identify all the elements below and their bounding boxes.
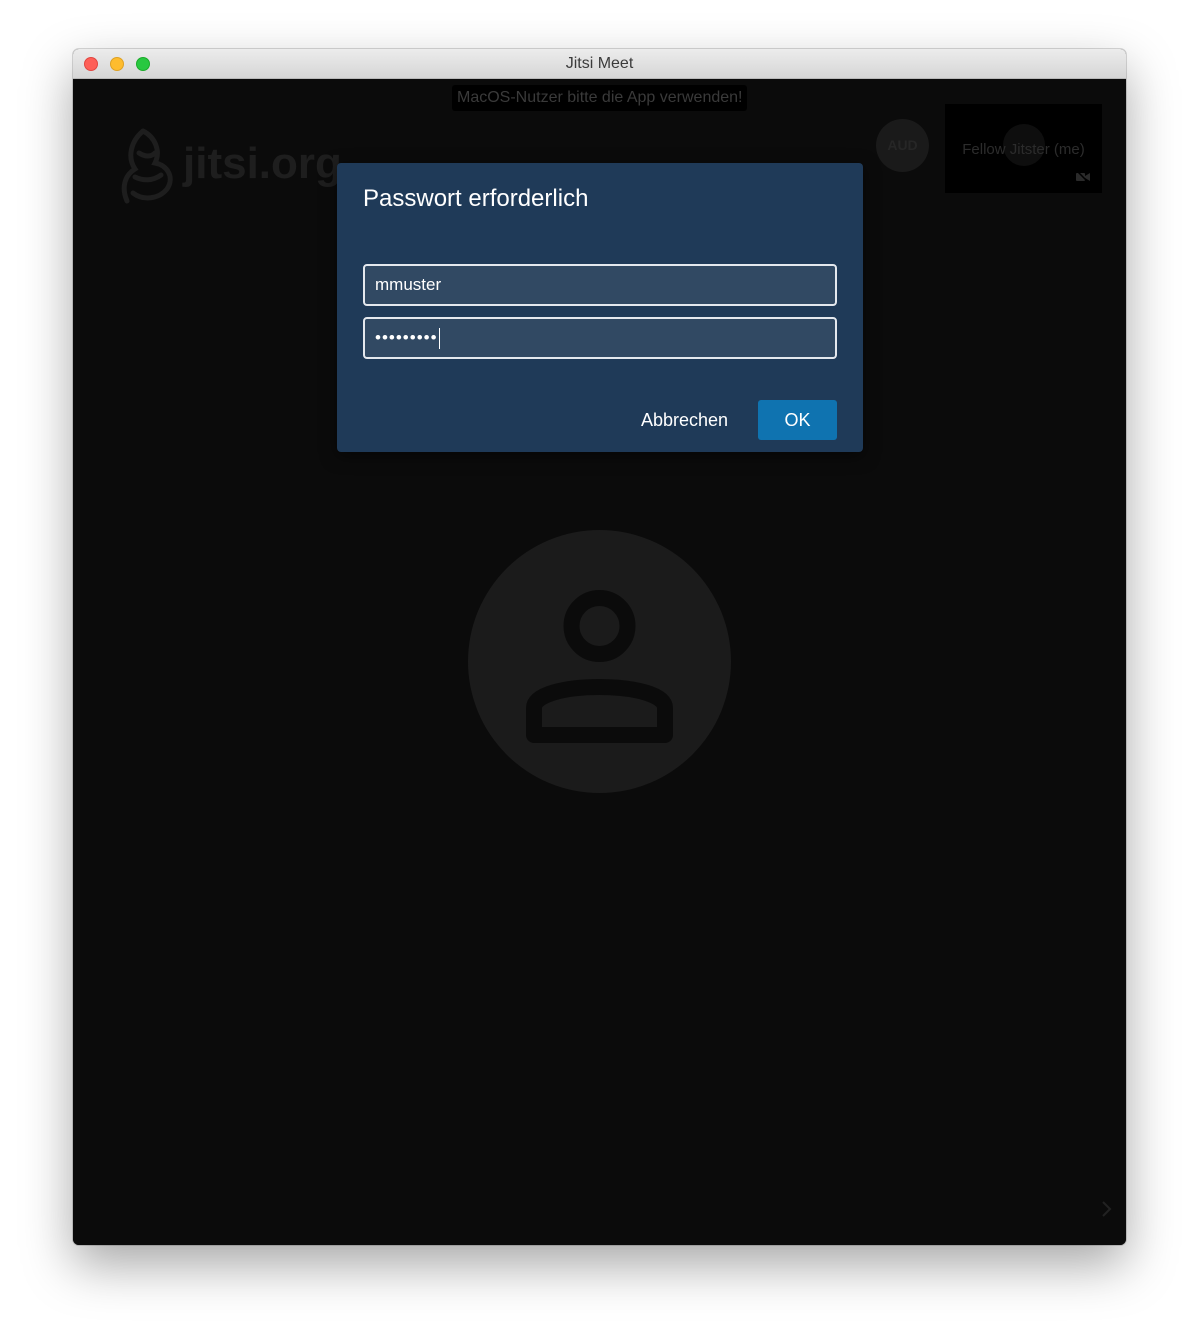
- text-caret: [438, 328, 440, 350]
- jitsi-watermark[interactable]: jitsi.org: [121, 127, 342, 209]
- password-value: •••••••••: [375, 328, 438, 347]
- cancel-button[interactable]: Abbrechen: [631, 400, 738, 440]
- jitsi-logo-icon: [121, 128, 173, 204]
- conference-view: MacOS-Nutzer bitte die App verwenden! ji…: [73, 79, 1126, 1245]
- watermark-text: jitsi.org: [183, 139, 342, 188]
- participant-avatar: [468, 530, 731, 793]
- audio-indicator-badge: AUD: [876, 119, 929, 172]
- chevron-right-icon[interactable]: [1099, 1199, 1113, 1219]
- dialog-title: Passwort erforderlich: [363, 185, 589, 212]
- password-field[interactable]: •••••••••: [363, 317, 837, 359]
- video-off-icon: [1076, 171, 1090, 183]
- window-title: Jitsi Meet: [565, 55, 634, 72]
- user-avatar-icon: [526, 590, 673, 743]
- ok-button[interactable]: OK: [758, 400, 837, 440]
- local-video-thumbnail[interactable]: Fellow Jitster (me): [945, 104, 1102, 193]
- title-bar: Jitsi Meet: [73, 49, 1126, 79]
- notice-banner: MacOS-Nutzer bitte die App verwenden!: [452, 85, 748, 111]
- username-value: mmuster: [375, 275, 442, 294]
- participant-name: Fellow Jitster (me): [962, 141, 1085, 158]
- password-dialog: Passwort erforderlich mmuster ••••••••• …: [337, 163, 863, 452]
- app-window: Jitsi Meet MacOS-Nutzer bitte die App ve…: [73, 49, 1126, 1245]
- username-field[interactable]: mmuster: [363, 264, 837, 306]
